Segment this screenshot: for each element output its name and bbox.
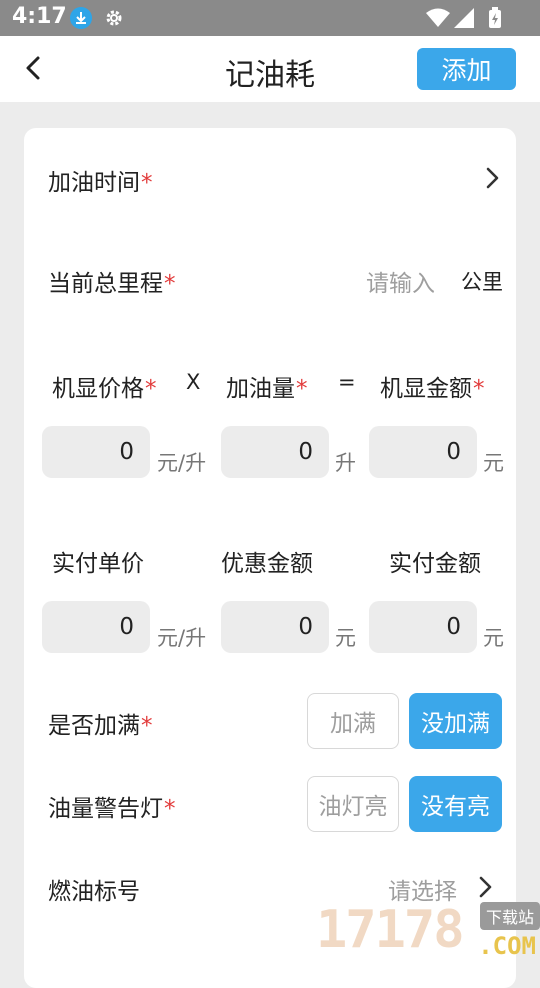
chevron-right-icon[interactable] [482,166,502,190]
required-mark: * [141,170,153,196]
required-mark: * [164,271,176,297]
watermark-suffix: .COM [478,932,536,960]
paid-unit-price-unit: 元/升 [157,626,207,650]
price-unit: 元/升 [157,451,207,475]
discount-amount-label: 优惠金额 [221,551,313,577]
fuel-volume-label: 加油量* [226,376,308,402]
machine-amount-label: 机显金额* [380,376,485,402]
wifi-icon [426,8,450,27]
odometer-label: 当前总里程* [48,271,176,297]
required-mark: * [164,796,176,822]
paid-amount-input[interactable]: 0 [369,601,477,653]
required-mark: * [296,376,308,402]
machine-price-label: 机显价格* [52,376,157,402]
chevron-right-icon[interactable] [475,875,495,899]
equals-sign: = [338,370,356,394]
watermark-number: 17178 [316,900,465,960]
fuel-volume-input[interactable]: 0 [221,426,329,478]
full-tank-no-button[interactable]: 没加满 [409,693,502,749]
paid-amount-unit: 元 [483,626,504,650]
download-icon [70,7,92,29]
odometer-unit: 公里 [461,270,503,294]
warning-light-label: 油量警告灯* [48,796,176,822]
back-arrow-icon[interactable] [16,50,52,86]
paid-unit-price-label: 实付单价 [52,551,144,577]
required-mark: * [141,713,153,739]
app-header: 记油耗 添加 [0,36,540,102]
required-mark: * [473,376,485,402]
watermark-tag: 下载站 [479,902,540,930]
refuel-time-label: 加油时间* [48,170,153,196]
status-bar: 4:17 [0,0,540,36]
machine-amount-input[interactable]: 0 [369,426,477,478]
paid-unit-price-input[interactable]: 0 [42,601,150,653]
status-time: 4:17 [12,4,67,29]
full-tank-label: 是否加满* [48,713,153,739]
full-tank-yes-button[interactable]: 加满 [307,693,399,749]
machine-price-input[interactable]: 0 [42,426,150,478]
odometer-input[interactable]: 请输入 [366,264,435,298]
settings-gear-icon [106,10,122,26]
multiply-sign: X [186,370,201,394]
warning-light-off-button[interactable]: 没有亮 [409,776,502,832]
amount-unit: 元 [483,451,504,475]
fuel-grade-label: 燃油标号 [48,879,140,905]
battery-charging-icon [489,7,501,28]
required-mark: * [145,376,157,402]
warning-light-on-button[interactable]: 油灯亮 [307,776,399,832]
add-button[interactable]: 添加 [417,48,516,90]
volume-unit: 升 [335,451,356,475]
cell-signal-icon [454,8,474,28]
discount-unit: 元 [335,626,356,650]
fuel-form-card: 加油时间* 当前总里程* 请输入 公里 机显价格* X 加油量* = 机显金额*… [24,128,516,988]
discount-amount-input[interactable]: 0 [221,601,329,653]
paid-amount-label: 实付金额 [389,551,481,577]
site-watermark: 17178 下载站 .COM [316,898,540,960]
